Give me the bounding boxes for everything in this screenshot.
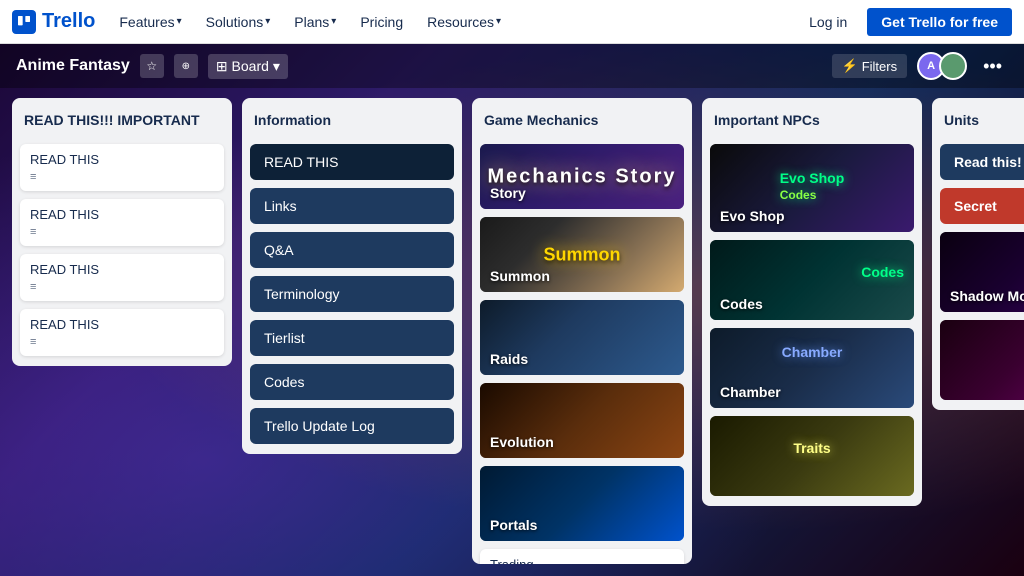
info-card-qa[interactable]: Q&A xyxy=(250,232,454,268)
gm-label-summon: Summon xyxy=(480,260,560,292)
list-icon-4: ≡ xyxy=(30,336,214,348)
chevron-down-icon: ▾ xyxy=(273,58,280,75)
gm-label-evolution: Evolution xyxy=(480,426,564,458)
navbar: Trello Features Solutions Plans Pricing … xyxy=(0,0,1024,44)
more-button[interactable]: ••• xyxy=(977,56,1008,77)
units-label-shadow-mona: Shadow Mona... xyxy=(940,280,1024,312)
traits-overlay-text: Traits xyxy=(793,440,830,456)
card-read-this-4[interactable]: READ THIS ≡ xyxy=(20,309,224,356)
column-header-npcs: Important NPCs xyxy=(710,108,914,136)
column-header-game-mechanics: Game Mechanics xyxy=(480,108,684,136)
card-read-this-2[interactable]: READ THIS ≡ xyxy=(20,199,224,246)
codes-overlay-text: Codes xyxy=(861,264,904,280)
info-card-update-log[interactable]: Trello Update Log xyxy=(250,408,454,444)
npc-card-evo-shop[interactable]: Evo ShopCodes Evo Shop xyxy=(710,144,914,232)
gm-card-trading[interactable]: Trading ≡ xyxy=(480,549,684,564)
units-label-unit2 xyxy=(940,384,960,400)
gm-label-story: Story xyxy=(480,177,536,209)
list-icon-1: ≡ xyxy=(30,171,214,183)
get-trello-button[interactable]: Get Trello for free xyxy=(867,8,1012,36)
units-card-shadow-mona[interactable]: Shadow Mona... xyxy=(940,232,1024,312)
info-card-links[interactable]: Links xyxy=(250,188,454,224)
avatar-2[interactable] xyxy=(939,52,967,80)
column-game-mechanics: Game Mechanics Mechanics Story Story Sum… xyxy=(472,98,692,564)
board-title: Anime Fantasy xyxy=(16,57,130,75)
trello-logo-icon xyxy=(12,10,36,34)
column-header-information: Information xyxy=(250,108,454,136)
gm-card-raids[interactable]: Raids xyxy=(480,300,684,375)
column-information: Information READ THIS Links Q&A Terminol… xyxy=(242,98,462,454)
pricing-link[interactable]: Pricing xyxy=(352,10,411,34)
board-view-icon: ⊞ xyxy=(216,58,228,75)
board-view-switcher[interactable]: ⊞ Board ▾ xyxy=(208,54,288,79)
npc-label-evo-shop: Evo Shop xyxy=(710,200,795,232)
gm-card-evolution[interactable]: Evolution xyxy=(480,383,684,458)
trello-logo[interactable]: Trello xyxy=(12,10,95,34)
evoshop-overlay-text: Evo ShopCodes xyxy=(780,170,845,202)
info-card-terminology[interactable]: Terminology xyxy=(250,276,454,312)
filters-button[interactable]: ⚡ Filters xyxy=(832,54,908,78)
resources-menu[interactable]: Resources xyxy=(419,10,509,34)
npc-label-chamber: Chamber xyxy=(710,376,791,408)
avatar-group: A xyxy=(917,52,967,80)
list-icon-2: ≡ xyxy=(30,226,214,238)
board-header: Anime Fantasy ☆ ⊕ ⊞ Board ▾ ⚡ Filters A … xyxy=(0,44,1024,88)
info-card-tierlist[interactable]: Tierlist xyxy=(250,320,454,356)
trello-logo-text: Trello xyxy=(42,10,95,33)
npc-label-codes: Codes xyxy=(710,288,773,320)
gm-label-portals: Portals xyxy=(480,509,547,541)
gm-card-summon[interactable]: Summon Summon xyxy=(480,217,684,292)
column-header-units: Units xyxy=(940,108,1024,136)
units-card-unit2[interactable] xyxy=(940,320,1024,400)
column-units: Units Read this! Secret Shadow Mona... xyxy=(932,98,1024,410)
features-menu[interactable]: Features xyxy=(111,10,189,34)
card-read-this-1[interactable]: READ THIS ≡ xyxy=(20,144,224,191)
npc-card-codes[interactable]: Codes Codes xyxy=(710,240,914,320)
login-button[interactable]: Log in xyxy=(797,8,859,36)
column-read-this-important: READ THIS!!! IMPORTANT READ THIS ≡ READ … xyxy=(12,98,232,366)
npc-card-chamber[interactable]: Chamber Chamber xyxy=(710,328,914,408)
info-card-read-this[interactable]: READ THIS xyxy=(250,144,454,180)
star-icon[interactable]: ☆ xyxy=(140,54,164,78)
npc-label-traits xyxy=(710,480,730,496)
chamber-overlay-text: Chamber xyxy=(782,344,843,360)
list-icon-3: ≡ xyxy=(30,281,214,293)
gm-card-story[interactable]: Mechanics Story Story xyxy=(480,144,684,209)
units-card-secret[interactable]: Secret xyxy=(940,188,1024,224)
gm-label-raids: Raids xyxy=(480,343,538,375)
npc-card-traits[interactable]: Traits xyxy=(710,416,914,496)
units-card-read-this[interactable]: Read this! xyxy=(940,144,1024,180)
solutions-menu[interactable]: Solutions xyxy=(198,10,279,34)
board-area: READ THIS!!! IMPORTANT READ THIS ≡ READ … xyxy=(0,88,1024,576)
board-view-label: Board xyxy=(232,58,269,74)
card-read-this-3[interactable]: READ THIS ≡ xyxy=(20,254,224,301)
filter-icon: ⚡ xyxy=(842,58,858,74)
visibility-icon[interactable]: ⊕ xyxy=(174,54,198,78)
column-important-npcs: Important NPCs Evo ShopCodes Evo Shop Co… xyxy=(702,98,922,506)
plans-menu[interactable]: Plans xyxy=(286,10,344,34)
info-card-codes[interactable]: Codes xyxy=(250,364,454,400)
column-header-read-this: READ THIS!!! IMPORTANT xyxy=(20,108,224,136)
gm-card-portals[interactable]: Portals xyxy=(480,466,684,541)
